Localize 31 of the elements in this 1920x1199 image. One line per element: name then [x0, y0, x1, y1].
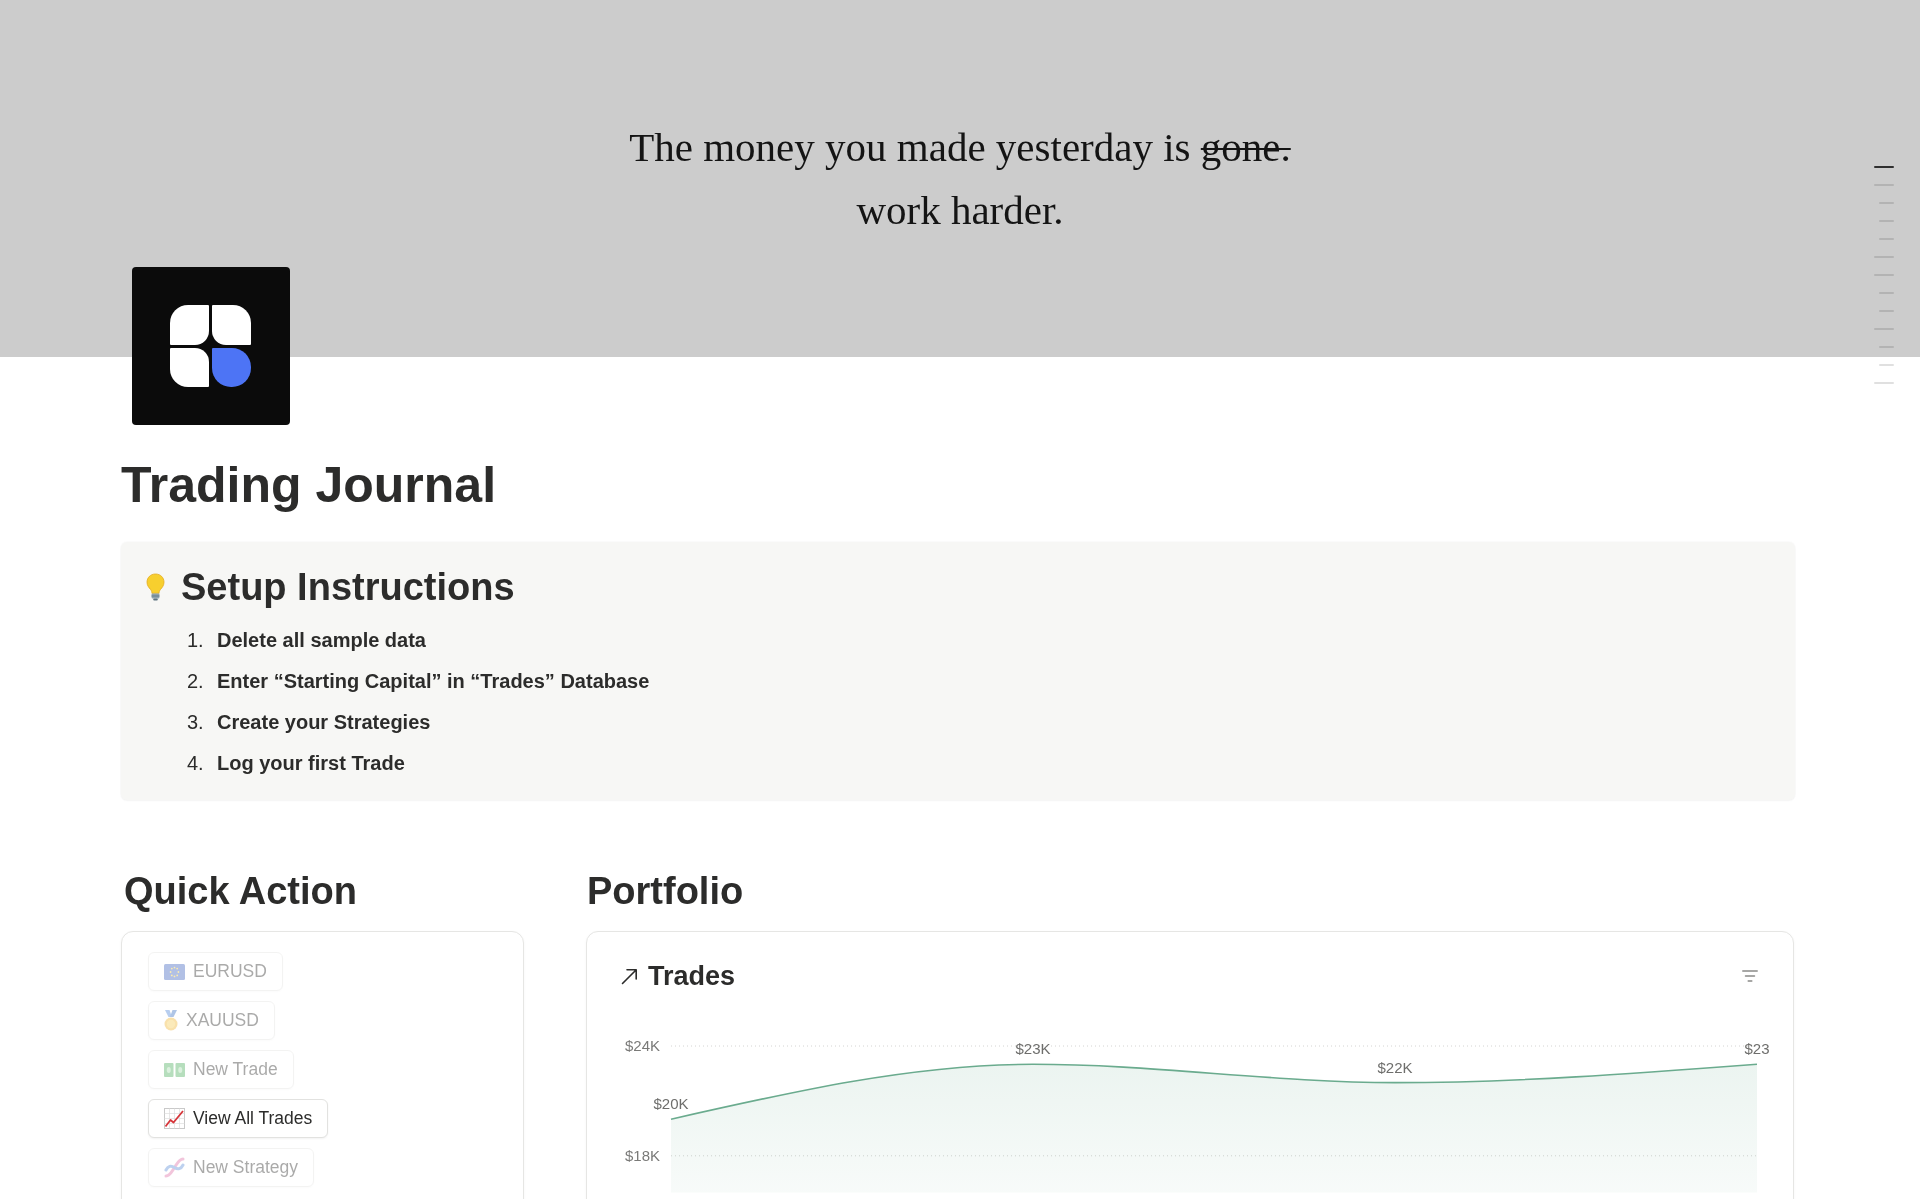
flag-icon [164, 963, 185, 980]
section-heading: Portfolio [587, 869, 745, 914]
axis-label: $24K [624, 1037, 660, 1054]
outline-marker[interactable] [1874, 166, 1894, 168]
data-label: $20K [653, 1095, 689, 1113]
step-number: 1. [187, 629, 205, 652]
data-label: $23K [1015, 1040, 1051, 1058]
page-title: Trading Journal [121, 456, 498, 515]
axis-label: $18K [624, 1146, 660, 1164]
action-button[interactable]: View All Trades [148, 1099, 329, 1138]
step-text: Delete all sample data [217, 629, 426, 652]
view-title[interactable]: Trades [648, 960, 736, 992]
step-number: 3. [187, 711, 205, 734]
step-text: Create your Strategies [217, 711, 431, 734]
step-text: Enter “Starting Capital” in “Trades” Database [217, 670, 650, 693]
lightbulb-icon [146, 573, 165, 601]
section-heading: Quick Action [124, 869, 358, 914]
step-number: 2. [187, 670, 205, 693]
flower-logo-icon [132, 267, 290, 425]
chart-increasing-icon [164, 1108, 185, 1129]
banknote-icon [164, 1061, 185, 1078]
diagonal-arrow-icon [621, 967, 638, 985]
step-text: Log your first Trade [217, 752, 405, 775]
callout-heading: Setup Instructions [181, 565, 515, 610]
step-number: 4. [187, 752, 205, 775]
dna-icon [164, 1157, 185, 1178]
data-label: $22K [1377, 1058, 1413, 1076]
filter-icon[interactable] [1742, 970, 1758, 982]
data-label: $23 [1744, 1040, 1770, 1058]
banner-quote: The money you made yesterday is gone. work harder. [629, 122, 1291, 235]
medal-icon [164, 1010, 178, 1031]
